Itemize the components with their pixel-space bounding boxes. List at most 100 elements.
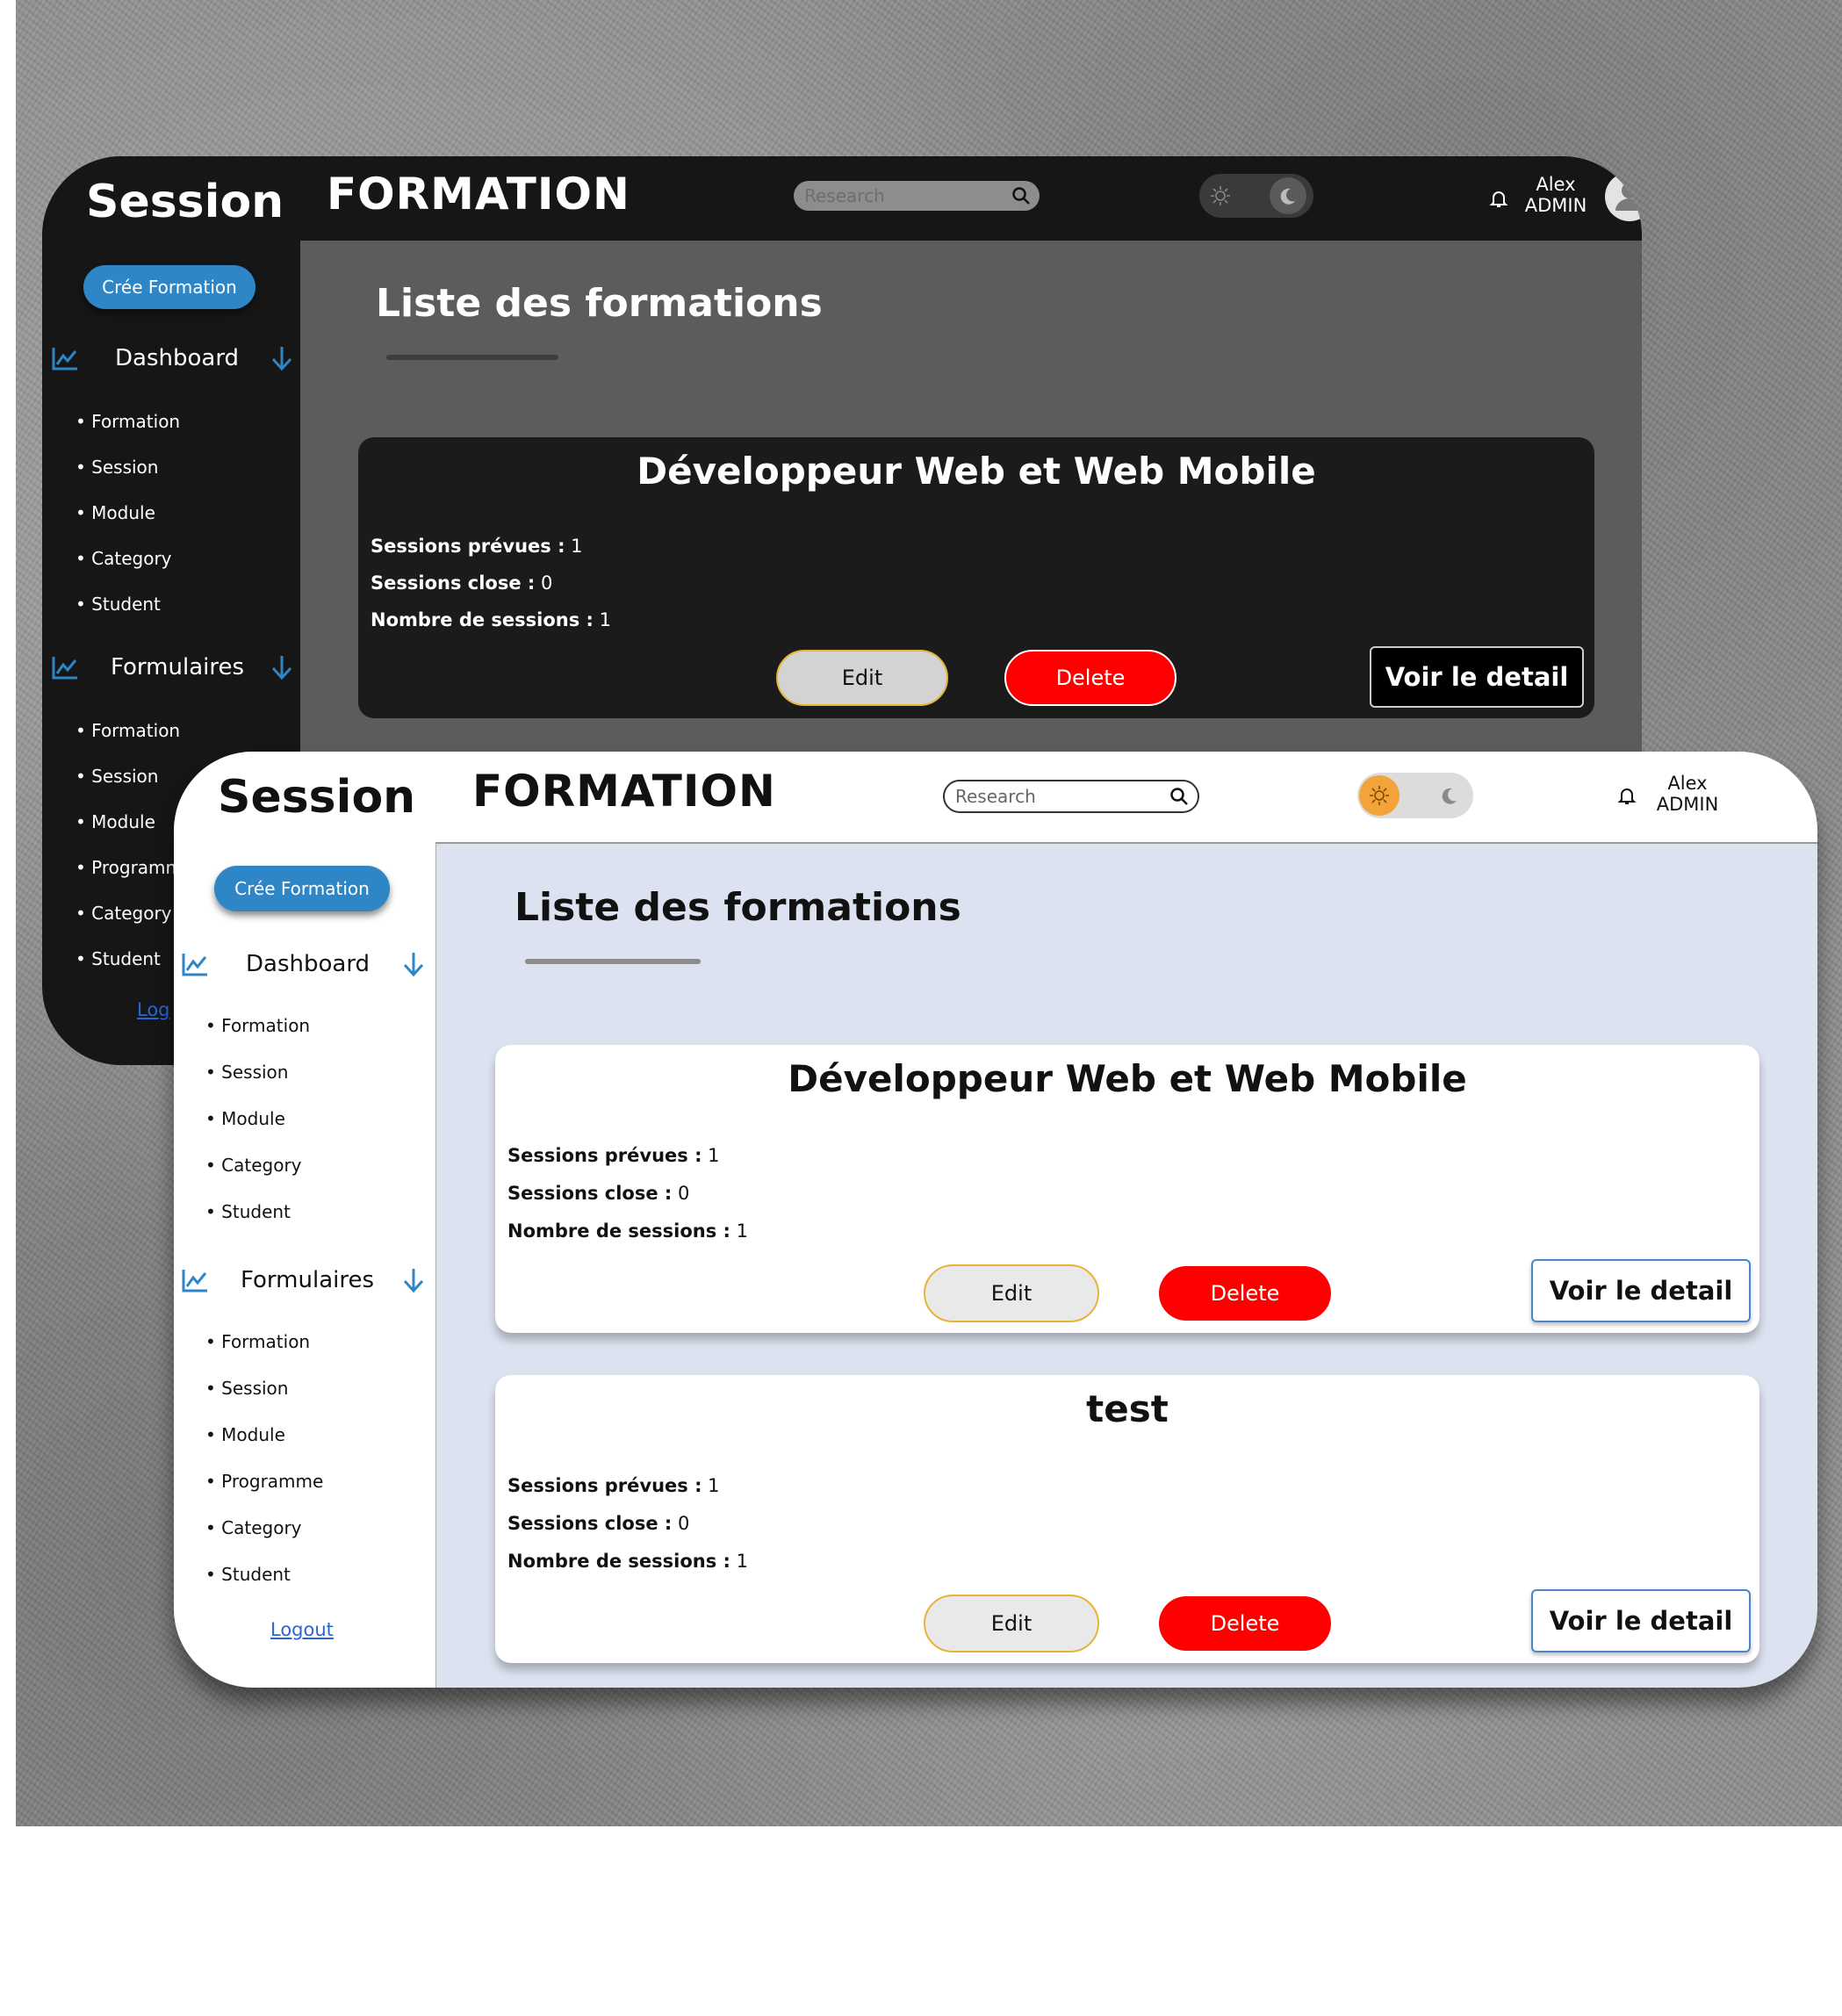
sun-icon — [1211, 186, 1230, 205]
sidebar-item-session[interactable]: • Session — [76, 457, 158, 478]
stat-sessions-close: Sessions close : 0 — [507, 1513, 689, 1534]
sidebar-item-module[interactable]: • Module — [76, 502, 155, 523]
sidebar-form-session[interactable]: • Session — [205, 1378, 288, 1399]
sidebar-item-category[interactable]: • Category — [205, 1155, 302, 1176]
stat-label: Sessions prévues : — [507, 1475, 702, 1496]
voir-detail-button[interactable]: Voir le detail — [1531, 1589, 1751, 1652]
theme-toggle[interactable] — [1357, 773, 1473, 818]
sidebar-brand: Session — [86, 176, 284, 228]
voir-detail-button[interactable]: Voir le detail — [1531, 1259, 1751, 1322]
stat-sessions-close: Sessions close : 0 — [507, 1183, 689, 1204]
stat-sessions-prevues: Sessions prévues : 1 — [507, 1475, 720, 1496]
arrow-down-icon — [271, 347, 292, 371]
stat-label: Nombre de sessions : — [507, 1220, 730, 1242]
sidebar-section-dashboard[interactable]: Dashboard — [181, 947, 435, 982]
formation-card: test Sessions prévues : 1 Sessions close… — [495, 1375, 1759, 1663]
sidebar-form-session[interactable]: • Session — [76, 766, 158, 787]
sidebar-item-session[interactable]: • Session — [205, 1062, 288, 1083]
delete-button[interactable]: Delete — [1004, 650, 1176, 706]
search-icon[interactable] — [1169, 787, 1189, 806]
search-icon[interactable] — [1011, 186, 1031, 205]
moon-icon — [1280, 188, 1295, 205]
logout-link[interactable]: Logout — [270, 1619, 334, 1640]
sidebar-item-category[interactable]: • Category — [76, 548, 172, 569]
search-placeholder: Research — [804, 185, 885, 206]
stat-label: Sessions prévues : — [371, 536, 565, 557]
sidebar-form-programme[interactable]: • Programm — [76, 857, 183, 878]
sidebar-form-student[interactable]: • Student — [205, 1564, 291, 1585]
stat-label: Nombre de sessions : — [371, 609, 594, 630]
chart-line-icon — [182, 1270, 207, 1292]
sidebar-item-student[interactable]: • Student — [205, 1201, 291, 1222]
user-first-name: Alex — [1536, 174, 1576, 195]
delete-button[interactable]: Delete — [1159, 1596, 1331, 1651]
sidebar-form-student[interactable]: • Student — [76, 948, 161, 969]
arrow-down-icon — [403, 1269, 424, 1293]
edit-button[interactable]: Edit — [924, 1595, 1099, 1652]
search-input[interactable]: Research — [943, 780, 1199, 813]
sidebar-form-category[interactable]: • Category — [205, 1517, 302, 1538]
chart-line-icon — [182, 954, 207, 976]
stat-value: 0 — [677, 1513, 690, 1534]
sidebar-item-module[interactable]: • Module — [205, 1108, 285, 1129]
top-bar: FORMATION Research Alex ADMIN — [435, 752, 1817, 844]
logout-link[interactable]: Log — [137, 999, 170, 1020]
bell-icon[interactable] — [1488, 188, 1509, 209]
chart-line-icon — [52, 657, 77, 680]
user-role: ADMIN — [1656, 794, 1719, 815]
create-formation-button[interactable]: Crée Formation — [83, 265, 255, 309]
page-title: Liste des formations — [376, 281, 823, 326]
sidebar: Session Crée Formation Dashboard • Forma… — [174, 752, 436, 1688]
sidebar-form-formation[interactable]: • Formation — [76, 720, 180, 741]
stat-value: 0 — [540, 572, 553, 594]
stat-nombre-sessions: Nombre de sessions : 1 — [507, 1220, 748, 1242]
sidebar-section-formulaires[interactable]: Formulaires — [181, 1263, 435, 1298]
stat-value: 1 — [599, 609, 612, 630]
delete-button[interactable]: Delete — [1159, 1266, 1331, 1321]
user-first-name: Alex — [1667, 773, 1708, 794]
stat-value: 1 — [708, 1475, 720, 1496]
sidebar-item-formation[interactable]: • Formation — [76, 411, 180, 432]
stat-label: Nombre de sessions : — [507, 1551, 730, 1572]
sidebar-item-student[interactable]: • Student — [76, 594, 161, 615]
sidebar-form-module[interactable]: • Module — [76, 811, 155, 832]
title-underline — [525, 959, 701, 964]
toggle-knob[interactable] — [1359, 775, 1399, 816]
title-underline — [386, 355, 558, 360]
sidebar-section-label: Dashboard — [246, 951, 371, 977]
bell-icon[interactable] — [1616, 785, 1637, 806]
sidebar-form-programme[interactable]: • Programme — [205, 1471, 323, 1492]
formation-title: Développeur Web et Web Mobile — [788, 1057, 1467, 1100]
stat-value: 0 — [677, 1183, 690, 1204]
stat-label: Sessions prévues : — [507, 1145, 702, 1166]
user-avatar-icon[interactable] — [1605, 172, 1642, 221]
search-placeholder: Research — [955, 786, 1036, 807]
search-input[interactable]: Research — [794, 181, 1040, 211]
stat-label: Sessions close : — [507, 1513, 673, 1534]
sidebar-item-formation[interactable]: • Formation — [205, 1015, 310, 1036]
stat-sessions-close: Sessions close : 0 — [371, 572, 552, 594]
create-formation-button[interactable]: Crée Formation — [214, 866, 390, 911]
theme-toggle[interactable] — [1199, 174, 1313, 218]
sidebar-section-dashboard[interactable]: Dashboard — [51, 341, 300, 376]
stat-sessions-prevues: Sessions prévues : 1 — [507, 1145, 720, 1166]
chart-line-icon — [52, 348, 77, 371]
formation-card: Développeur Web et Web Mobile Sessions p… — [495, 1045, 1759, 1333]
voir-detail-button[interactable]: Voir le detail — [1370, 646, 1584, 708]
stat-value: 1 — [708, 1145, 720, 1166]
sidebar-brand: Session — [218, 771, 416, 824]
sidebar-form-formation[interactable]: • Formation — [205, 1331, 310, 1352]
toggle-knob[interactable] — [1270, 177, 1306, 214]
sidebar-section-formulaires[interactable]: Formulaires — [51, 650, 300, 685]
edit-button[interactable]: Edit — [776, 650, 948, 706]
sidebar-form-category[interactable]: • Category — [76, 903, 172, 924]
moon-icon — [1442, 788, 1457, 804]
edit-button[interactable]: Edit — [924, 1264, 1099, 1322]
stat-sessions-prevues: Sessions prévues : 1 — [371, 536, 583, 557]
stat-label: Sessions close : — [507, 1183, 673, 1204]
sidebar-form-module[interactable]: • Module — [205, 1424, 285, 1445]
formation-title: test — [1086, 1387, 1169, 1430]
sidebar-section-label: Dashboard — [115, 345, 240, 371]
formation-title: Développeur Web et Web Mobile — [637, 450, 1316, 493]
sidebar-section-label: Formulaires — [111, 654, 245, 680]
